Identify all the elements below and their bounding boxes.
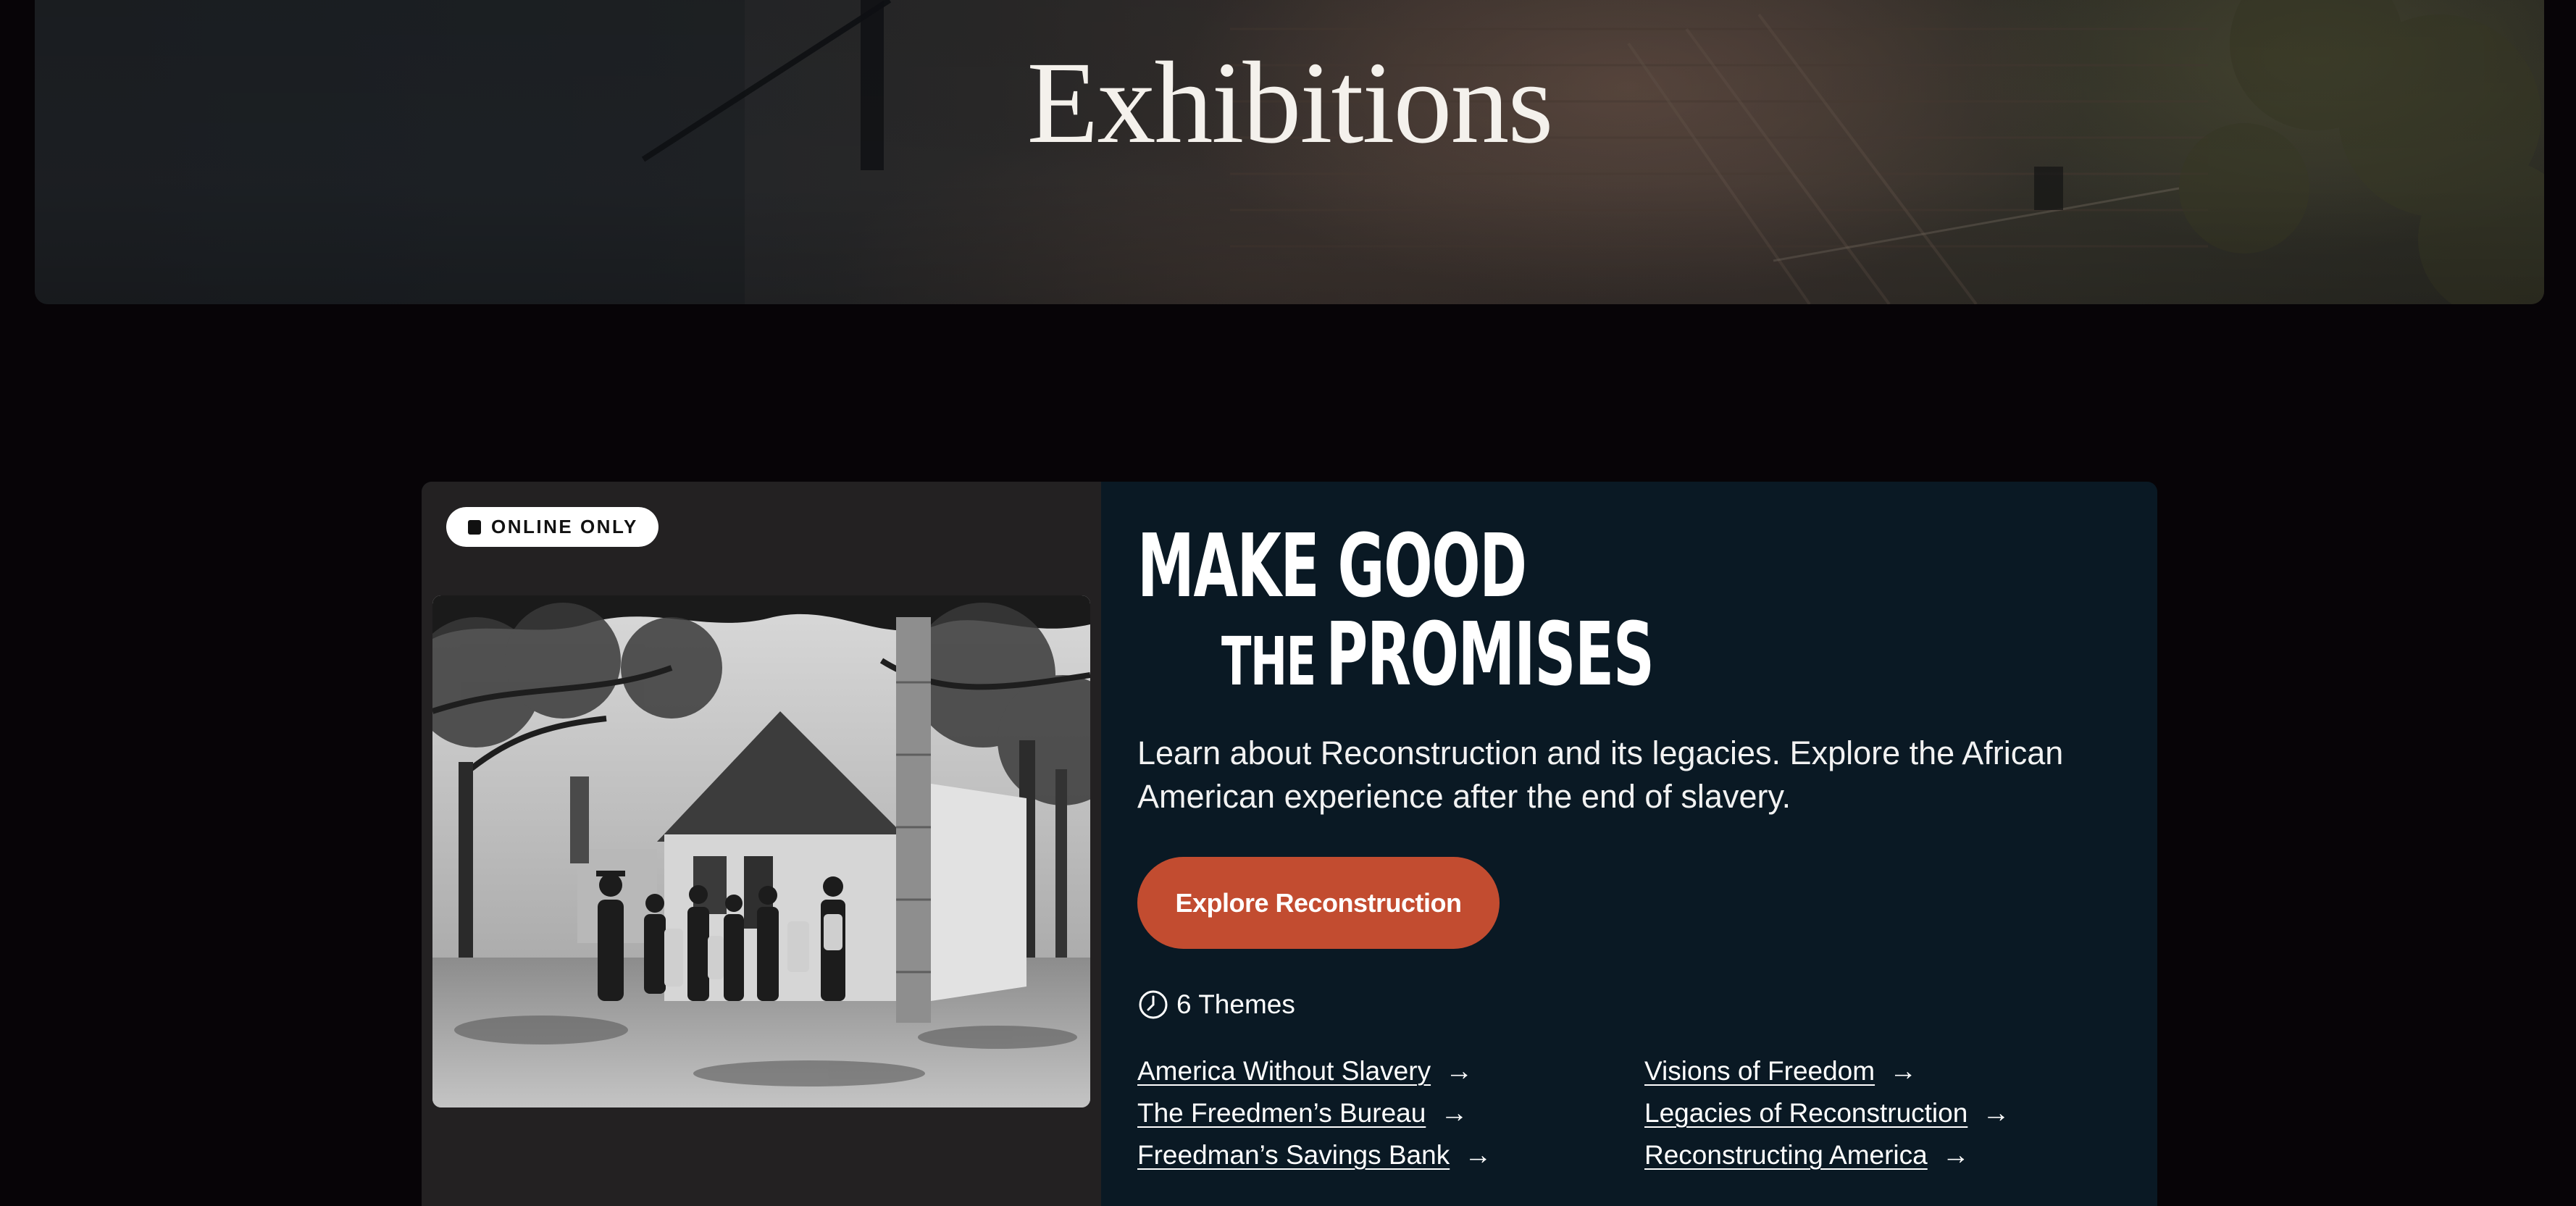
exhibition-photo — [432, 595, 1090, 1107]
arrow-right-icon: → — [1440, 1098, 1468, 1128]
arrow-right-icon: → — [1445, 1056, 1473, 1086]
arrow-right-icon: → — [1464, 1140, 1492, 1171]
theme-link-america-without-slavery[interactable]: America Without Slavery — [1137, 1056, 1431, 1086]
theme-item: Freedman’s Savings Bank → — [1137, 1134, 1492, 1176]
exhibition-description: Learn about Reconstruction and its legac… — [1137, 734, 2064, 815]
theme-item: America Without Slavery → — [1137, 1050, 1492, 1092]
arrow-right-icon: → — [1982, 1098, 2010, 1128]
theme-link-freedmans-savings-bank[interactable]: Freedman’s Savings Bank — [1137, 1140, 1450, 1171]
theme-link-freedmens-bureau[interactable]: The Freedmen’s Bureau — [1137, 1098, 1426, 1128]
themes-count: 6 Themes — [1137, 989, 1295, 1021]
exhibition-media-panel: ONLINE ONLY — [422, 482, 1101, 1206]
exhibition-title-emphasis: PROMISES — [1326, 605, 1655, 705]
theme-item: Legacies of Reconstruction → — [1644, 1092, 2010, 1134]
page-title: Exhibitions — [1026, 38, 1553, 168]
exhibition-details-panel: MAKE GOOD THE PROMISES Learn about Recons… — [1137, 482, 2123, 1206]
theme-list-column-1: America Without Slavery → The Freedmen’s… — [1137, 1050, 1492, 1176]
badge-label: ONLINE ONLY — [491, 516, 638, 537]
exhibition-title-article: THE — [1221, 623, 1316, 700]
theme-item: The Freedmen’s Bureau → — [1137, 1092, 1492, 1134]
clock-icon — [1139, 990, 1168, 1019]
theme-list-column-2: Visions of Freedom → Legacies of Reconst… — [1644, 1050, 2010, 1176]
theme-link-reconstructing-america[interactable]: Reconstructing America — [1644, 1140, 1928, 1171]
arrow-right-icon: → — [1941, 1140, 1970, 1171]
exhibition-title-line-1: MAKE GOOD — [1137, 516, 1527, 617]
exhibition-title-line-2: THE PROMISES — [1221, 612, 1655, 700]
theme-link-visions-of-freedom[interactable]: Visions of Freedom — [1644, 1056, 1875, 1086]
explore-reconstruction-button[interactable]: Explore Reconstruction — [1137, 857, 1500, 949]
arrow-right-icon: → — [1889, 1056, 1918, 1086]
online-only-badge: ONLINE ONLY — [446, 507, 658, 547]
themes-count-label: 6 Themes — [1176, 989, 1295, 1019]
theme-item: Visions of Freedom → — [1644, 1050, 2010, 1092]
exhibition-card: ONLINE ONLY MAKE GOOD THE PROMISES Learn… — [422, 482, 2157, 1206]
theme-link-legacies-of-reconstruction[interactable]: Legacies of Reconstruction — [1644, 1098, 1967, 1128]
square-icon — [468, 519, 481, 535]
hero-banner: Exhibitions — [35, 0, 2544, 304]
theme-item: Reconstructing America → — [1644, 1134, 2010, 1176]
